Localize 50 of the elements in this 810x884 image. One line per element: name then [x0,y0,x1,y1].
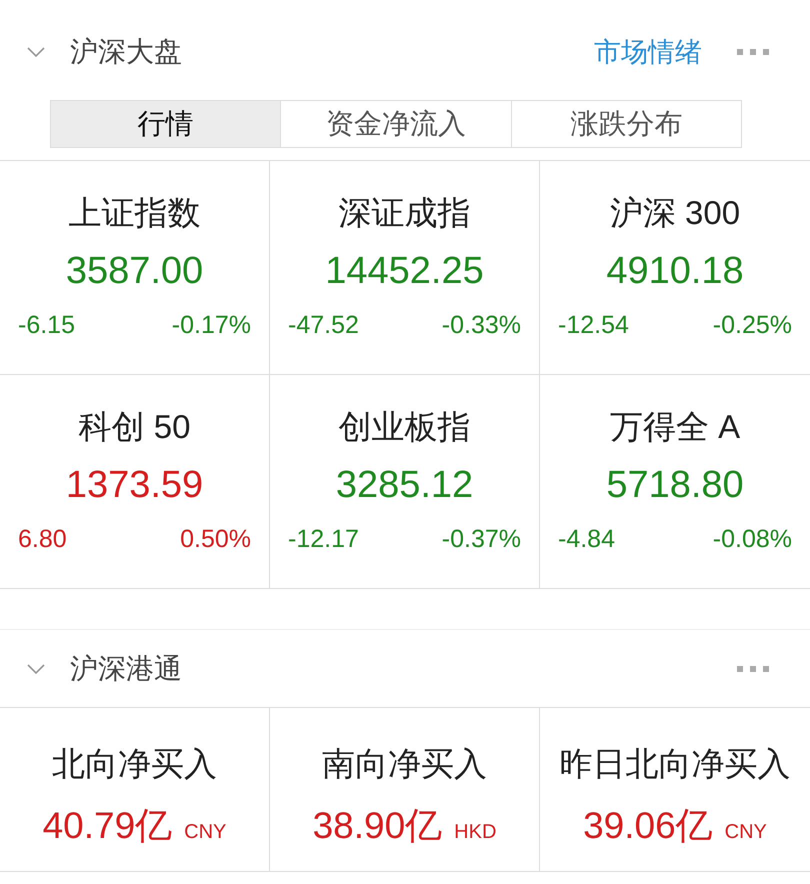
flow-amount: 40.79亿 [42,804,172,848]
index-name: 科创 50 [78,407,190,447]
flow-name: 南向净买入 [322,744,487,784]
flow-card[interactable]: 北向净买入 40.79亿 CNY [0,708,270,872]
index-value: 4910.18 [606,250,744,293]
index-value: 5718.80 [606,464,744,507]
currency-label: CNY [184,821,226,844]
index-name: 上证指数 [68,193,200,233]
chevron-icon[interactable] [26,662,46,674]
flow-card[interactable]: 昨日北向净买入 39.06亿 CNY [540,708,810,872]
index-card[interactable]: 上证指数 3587.00 -6.15 -0.17% [0,161,270,375]
section-title: 沪深大盘 [70,35,182,69]
index-name: 沪深 300 [610,193,740,233]
index-percent: -0.25% [712,311,792,340]
index-percent: 0.50% [180,525,251,554]
market-sentiment-link[interactable]: 市场情绪 [594,34,702,70]
section-title: 沪深港通 [70,652,182,686]
index-card[interactable]: 沪深 300 4910.18 -12.54 -0.25% [540,161,810,375]
flow-name: 昨日北向净买入 [560,744,790,784]
index-value: 3587.00 [66,250,204,293]
index-percent: -0.08% [712,525,792,554]
index-change: 6.80 [18,525,67,554]
index-percent: -0.17% [172,311,251,340]
flow-name: 北向净买入 [52,744,217,784]
index-value: 3285.12 [336,464,474,507]
currency-label: HKD [454,821,496,844]
more-icon[interactable] [736,48,770,56]
chevron-icon[interactable] [26,46,46,58]
index-percent: -0.33% [442,311,521,340]
index-change: -12.17 [288,525,359,554]
index-change: -12.54 [558,311,629,340]
more-icon[interactable] [736,664,770,672]
index-card[interactable]: 科创 50 1373.59 6.80 0.50% [0,375,270,589]
index-change: -6.15 [18,311,75,340]
index-name: 创业板指 [338,407,470,447]
currency-label: CNY [724,821,767,844]
index-change: -4.84 [558,525,615,554]
index-change: -47.52 [288,311,359,340]
index-card[interactable]: 深证成指 14452.25 -47.52 -0.33% [270,161,540,375]
index-card[interactable]: 万得全 A 5718.80 -4.84 -0.08% [540,375,810,589]
index-percent: -0.37% [442,525,521,554]
flow-card[interactable]: 南向净买入 38.90亿 HKD [270,708,540,872]
flow-amount: 38.90亿 [312,804,442,848]
flow-amount: 39.06亿 [583,804,713,848]
index-name: 万得全 A [610,407,740,447]
tab[interactable]: 行情 [51,101,282,147]
index-value: 14452.25 [325,250,484,293]
index-value: 1373.59 [66,464,204,507]
index-card[interactable]: 创业板指 3285.12 -12.17 -0.37% [270,375,540,589]
index-name: 深证成指 [338,193,470,233]
